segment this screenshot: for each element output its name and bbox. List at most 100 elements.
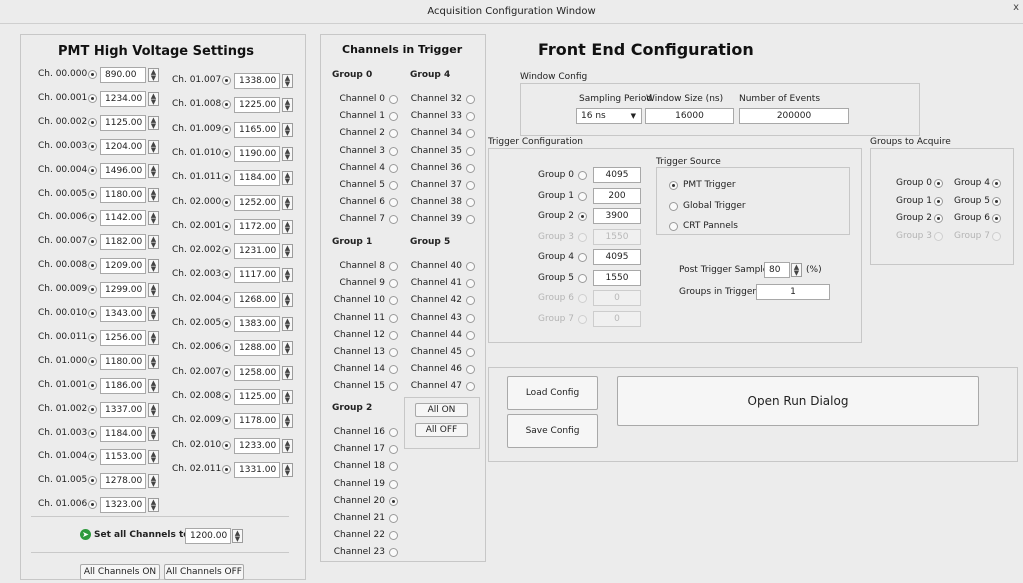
set-all-spinner[interactable]: ▲ ▼ [232, 529, 243, 543]
pmt-voltage-input[interactable]: 1178.00 [234, 413, 280, 430]
trigger-channel-radio[interactable] [466, 163, 475, 173]
acquire-group-radio[interactable] [934, 196, 943, 206]
pmt-channel-enable-radio[interactable] [88, 189, 97, 199]
pmt-voltage-input[interactable]: 1172.00 [234, 218, 280, 235]
pmt-voltage-spinner[interactable]: ▲ ▼ [148, 115, 159, 130]
pmt-channel-enable-radio[interactable] [88, 93, 97, 103]
pmt-channel-enable-radio[interactable] [222, 76, 231, 85]
trigger-source-radio[interactable] [669, 222, 678, 231]
load-config-button[interactable]: Load Config [507, 376, 598, 410]
trigger-channel-radio[interactable] [389, 348, 398, 357]
trigger-source-radio[interactable] [669, 201, 678, 211]
pmt-voltage-spinner[interactable]: ▲ ▼ [148, 235, 159, 250]
pmt-voltage-input[interactable]: 1234.00 [100, 90, 146, 107]
groups-in-trigger-input[interactable]: 1 [756, 284, 830, 300]
trigger-all-off-button[interactable]: All OFF [415, 423, 468, 437]
pmt-voltage-input[interactable]: 1256.00 [100, 329, 146, 346]
pmt-channel-enable-radio[interactable] [222, 391, 231, 401]
pmt-channel-enable-radio[interactable] [222, 148, 231, 158]
pmt-voltage-spinner[interactable]: ▲ ▼ [282, 171, 293, 186]
trigger-channel-radio[interactable] [389, 479, 398, 489]
pmt-voltage-input[interactable]: 1323.00 [100, 497, 146, 514]
trigger-channel-radio[interactable] [389, 330, 398, 340]
pmt-voltage-input[interactable]: 1268.00 [234, 291, 280, 308]
trigger-channel-radio[interactable] [389, 163, 398, 173]
trigger-channel-radio[interactable] [389, 95, 398, 104]
pmt-channel-enable-radio[interactable] [88, 309, 97, 318]
pmt-channel-enable-radio[interactable] [88, 141, 97, 151]
pmt-channel-enable-radio[interactable] [88, 70, 97, 79]
pmt-channel-enable-radio[interactable] [222, 464, 231, 474]
trigger-channel-radio[interactable] [466, 262, 475, 271]
pmt-channel-enable-radio[interactable] [88, 404, 97, 414]
pmt-channel-enable-radio[interactable] [222, 440, 231, 450]
pmt-voltage-spinner[interactable]: ▲ ▼ [148, 163, 159, 178]
pmt-voltage-input[interactable]: 1180.00 [100, 353, 146, 370]
trigger-all-on-button[interactable]: All ON [415, 403, 468, 417]
pmt-voltage-input[interactable]: 1125.00 [234, 388, 280, 405]
pmt-channel-enable-radio[interactable] [88, 380, 97, 390]
pmt-voltage-input[interactable]: 1182.00 [100, 234, 146, 251]
pmt-voltage-spinner[interactable]: ▲ ▼ [148, 68, 159, 82]
pmt-voltage-spinner[interactable]: ▲ ▼ [282, 414, 293, 429]
trigger-threshold-input[interactable]: 1550 [593, 269, 641, 286]
open-run-dialog-button[interactable]: Open Run Dialog [617, 376, 979, 426]
pmt-voltage-input[interactable]: 1184.00 [234, 170, 280, 187]
pmt-voltage-input[interactable]: 1337.00 [100, 401, 146, 418]
pmt-voltage-input[interactable]: 1252.00 [234, 194, 280, 211]
pmt-voltage-spinner[interactable]: ▲ ▼ [282, 292, 293, 307]
pmt-channel-enable-radio[interactable] [88, 356, 97, 366]
pmt-channel-enable-radio[interactable] [88, 165, 97, 175]
pmt-voltage-spinner[interactable]: ▲ ▼ [148, 354, 159, 369]
pmt-voltage-input[interactable]: 1142.00 [100, 210, 146, 227]
trigger-channel-radio[interactable] [466, 181, 475, 190]
trigger-channel-radio[interactable] [389, 313, 398, 323]
set-all-input[interactable]: 1200.00 [185, 528, 231, 544]
pmt-channel-enable-radio[interactable] [88, 117, 97, 127]
trigger-source-radio[interactable] [669, 181, 678, 190]
trigger-channel-radio[interactable] [389, 146, 398, 156]
pmt-channel-enable-radio[interactable] [222, 367, 231, 377]
pmt-voltage-input[interactable]: 1204.00 [100, 138, 146, 155]
num-events-input[interactable]: 200000 [739, 108, 849, 124]
pmt-channel-enable-radio[interactable] [222, 221, 231, 231]
trigger-channel-radio[interactable] [389, 181, 398, 190]
pmt-voltage-input[interactable]: 1184.00 [100, 425, 146, 442]
pmt-voltage-spinner[interactable]: ▲ ▼ [282, 195, 293, 210]
trigger-group-radio[interactable] [578, 171, 587, 180]
pmt-voltage-spinner[interactable]: ▲ ▼ [282, 244, 293, 259]
acquire-group-radio[interactable] [934, 179, 943, 188]
pmt-voltage-spinner[interactable]: ▲ ▼ [282, 74, 293, 88]
pmt-voltage-spinner[interactable]: ▲ ▼ [148, 187, 159, 202]
pmt-voltage-spinner[interactable]: ▲ ▼ [282, 268, 293, 283]
trigger-channel-radio[interactable] [466, 313, 475, 323]
pmt-voltage-input[interactable]: 1383.00 [234, 316, 280, 332]
close-icon[interactable]: x [1013, 2, 1019, 13]
trigger-channel-radio[interactable] [466, 330, 475, 340]
pmt-channel-enable-radio[interactable] [222, 124, 231, 134]
pmt-voltage-input[interactable]: 1496.00 [100, 162, 146, 179]
pmt-voltage-input[interactable]: 1190.00 [234, 145, 280, 162]
save-config-button[interactable]: Save Config [507, 414, 598, 448]
pmt-voltage-input[interactable]: 1209.00 [100, 258, 146, 275]
trigger-group-radio[interactable] [578, 212, 587, 221]
trigger-channel-radio[interactable] [466, 95, 475, 104]
pmt-voltage-spinner[interactable]: ▲ ▼ [148, 91, 159, 106]
pmt-voltage-spinner[interactable]: ▲ ▼ [282, 317, 293, 331]
pmt-voltage-spinner[interactable]: ▲ ▼ [148, 498, 159, 513]
acquire-group-radio[interactable] [992, 179, 1001, 188]
post-trigger-input[interactable]: 80 [764, 262, 790, 278]
pmt-voltage-spinner[interactable]: ▲ ▼ [282, 389, 293, 404]
pmt-voltage-input[interactable]: 1288.00 [234, 340, 280, 357]
trigger-channel-radio[interactable] [389, 262, 398, 271]
trigger-group-radio[interactable] [578, 191, 587, 201]
pmt-voltage-input[interactable]: 1231.00 [234, 243, 280, 260]
trigger-threshold-input[interactable]: 4095 [593, 167, 641, 183]
all-channels-off-button[interactable]: All Channels OFF [164, 564, 244, 580]
pmt-voltage-spinner[interactable]: ▲ ▼ [148, 330, 159, 345]
all-channels-on-button[interactable]: All Channels ON [80, 564, 160, 580]
trigger-channel-radio[interactable] [466, 146, 475, 156]
acquire-group-radio[interactable] [992, 196, 1001, 206]
trigger-channel-radio[interactable] [389, 514, 398, 523]
pmt-voltage-input[interactable]: 1186.00 [100, 377, 146, 394]
